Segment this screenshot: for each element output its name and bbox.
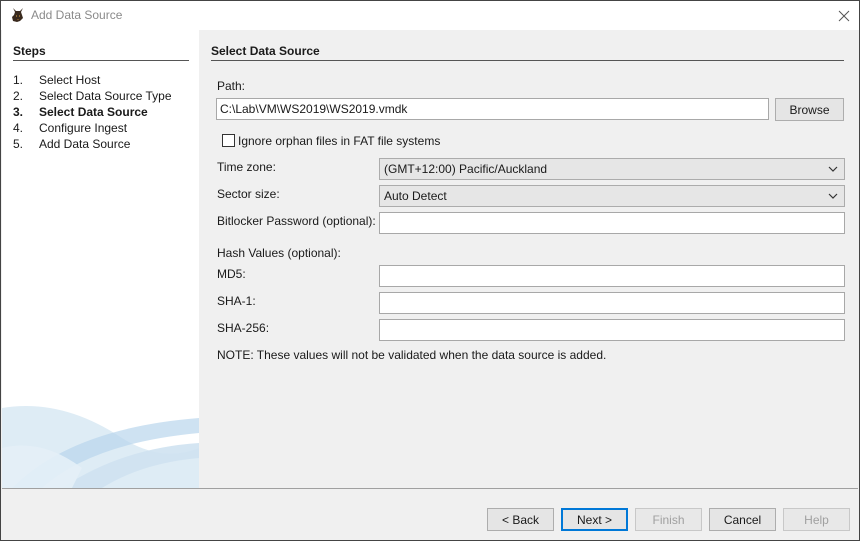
main-panel: Select Data Source Path: C:\Lab\VM\WS201… — [199, 30, 859, 488]
window-title: Add Data Source — [31, 8, 123, 22]
ignore-orphan-label: Ignore orphan files in FAT file systems — [238, 134, 441, 148]
sector-size-value: Auto Detect — [384, 189, 447, 203]
hash-values-label: Hash Values (optional): — [217, 246, 341, 260]
step-number: 3. — [13, 105, 24, 119]
step-label: Select Data Source — [39, 105, 148, 119]
title-bar: Add Data Source — [1, 1, 859, 30]
close-icon — [838, 10, 850, 21]
path-input[interactable]: C:\Lab\VM\WS2019\WS2019.vmdk — [216, 98, 769, 120]
hash-note: NOTE: These values will not be validated… — [217, 348, 607, 362]
chevron-down-icon — [828, 166, 838, 172]
timezone-select[interactable]: (GMT+12:00) Pacific/Auckland — [379, 158, 845, 180]
add-data-source-window: Add Data Source Steps 1. Select Host 2. Se… — [0, 0, 860, 541]
sha1-input[interactable] — [379, 292, 845, 314]
help-button[interactable]: Help — [783, 508, 850, 531]
step-label: Add Data Source — [39, 137, 131, 151]
back-button[interactable]: < Back — [487, 508, 554, 531]
sector-size-select[interactable]: Auto Detect — [379, 185, 845, 207]
autopsy-dog-icon — [10, 7, 26, 23]
chevron-down-icon — [828, 193, 838, 199]
sector-size-label: Sector size: — [217, 187, 280, 201]
finish-button[interactable]: Finish — [635, 508, 702, 531]
cancel-button[interactable]: Cancel — [709, 508, 776, 531]
sha256-input[interactable] — [379, 319, 845, 341]
bitlocker-password-input[interactable] — [379, 212, 845, 234]
bitlocker-label: Bitlocker Password (optional): — [217, 214, 376, 228]
step-item: 1. Select Host — [13, 72, 172, 88]
sha256-label: SHA-256: — [217, 321, 270, 335]
timezone-value: (GMT+12:00) Pacific/Auckland — [384, 162, 548, 176]
md5-label: MD5: — [217, 267, 246, 281]
wizard-footer: < Back Next > Finish Cancel Help — [2, 488, 858, 540]
step-number: 5. — [13, 137, 24, 151]
step-label: Select Data Source Type — [39, 89, 172, 103]
steps-panel: Steps 1. Select Host 2. Select Data Source… — [2, 30, 199, 488]
md5-input[interactable] — [379, 265, 845, 287]
sha1-label: SHA-1: — [217, 294, 256, 308]
steps-title: Steps — [13, 44, 189, 61]
step-item: 2. Select Data Source Type — [13, 88, 172, 104]
step-label: Configure Ingest — [39, 121, 128, 135]
step-item: 4. Configure Ingest — [13, 120, 172, 136]
steps-list: 1. Select Host 2. Select Data Source Type … — [13, 72, 172, 152]
browse-button[interactable]: Browse — [775, 98, 844, 121]
step-label: Select Host — [39, 73, 101, 87]
next-button[interactable]: Next > — [561, 508, 628, 531]
close-button[interactable] — [829, 1, 859, 30]
timezone-label: Time zone: — [217, 160, 276, 174]
path-label: Path: — [217, 79, 246, 93]
ignore-orphan-checkbox[interactable] — [222, 134, 235, 147]
step-item-current: 3. Select Data Source — [13, 104, 172, 120]
step-number: 1. — [13, 73, 24, 87]
step-number: 2. — [13, 89, 24, 103]
step-item: 5. Add Data Source — [13, 136, 172, 152]
step-number: 4. — [13, 121, 24, 135]
section-title: Select Data Source — [211, 44, 844, 61]
decorative-swoosh — [2, 406, 199, 488]
